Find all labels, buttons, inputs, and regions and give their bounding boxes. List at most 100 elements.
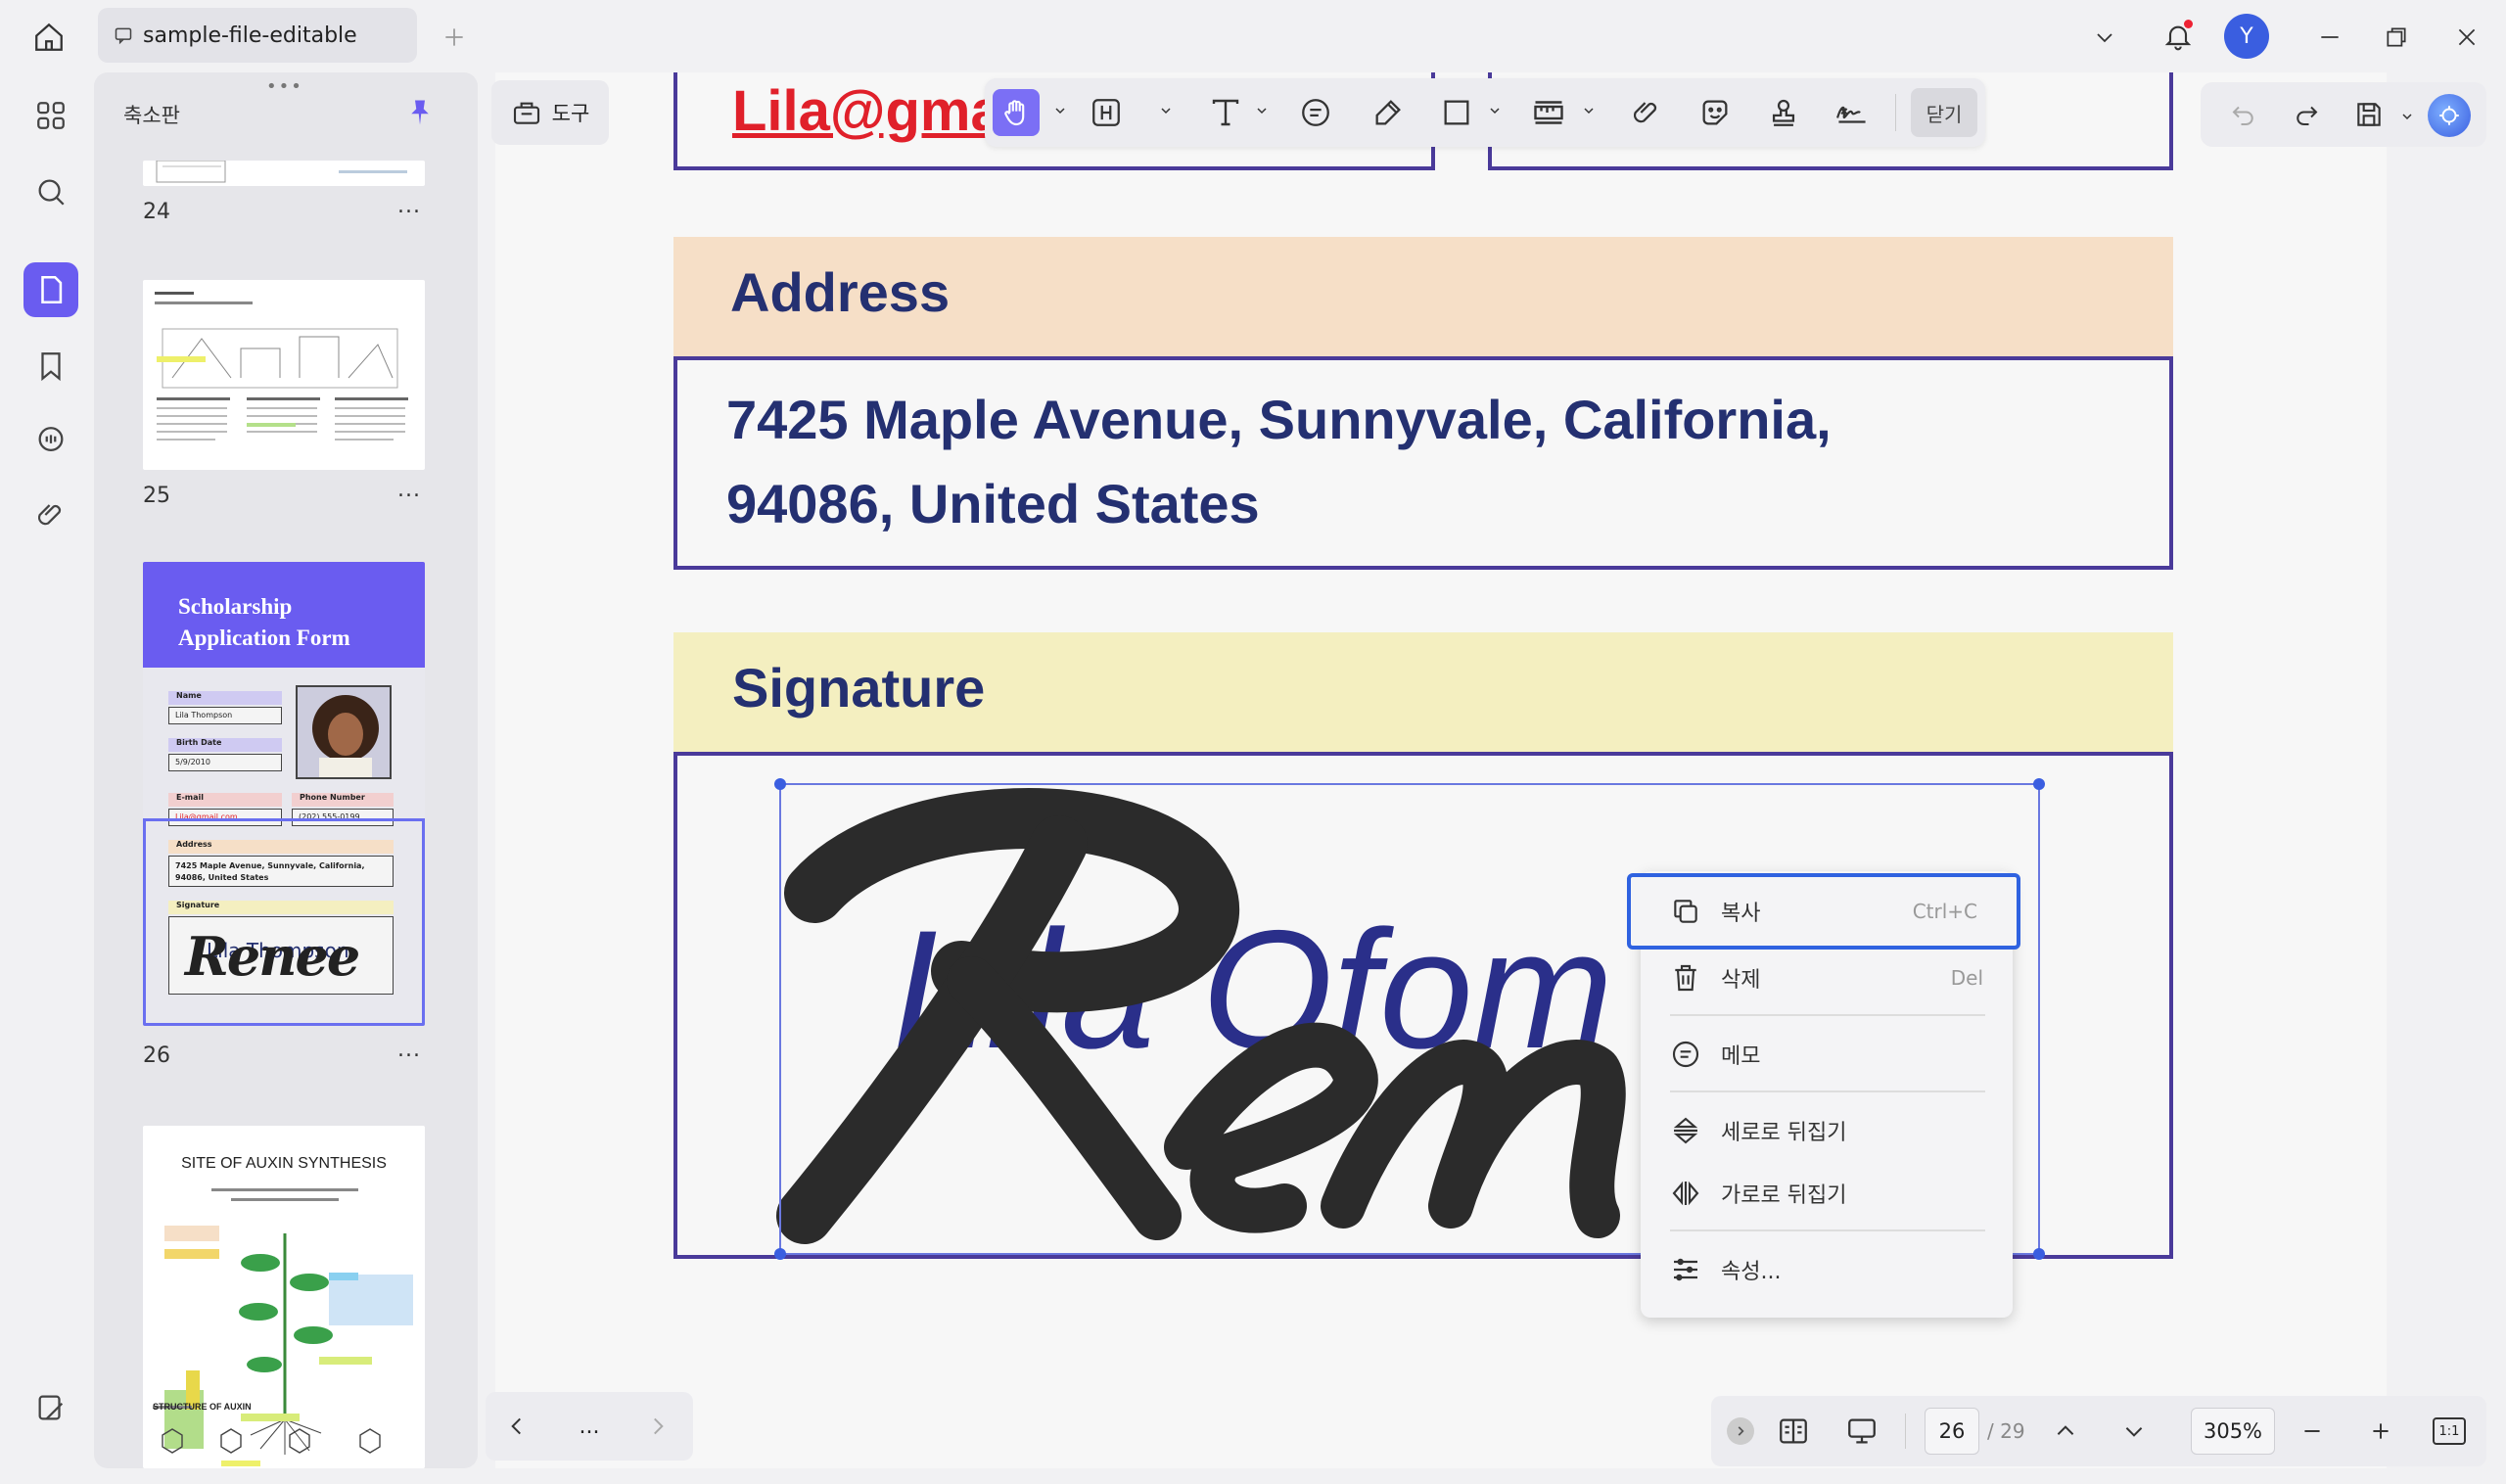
thumbnail-more-button[interactable]: ... xyxy=(397,478,421,502)
menu-item-label: 세로로 뒤집기 xyxy=(1721,1121,1847,1145)
shape-rectangle-tool-icon[interactable] xyxy=(1433,89,1480,136)
title-bar: sample-file-editable Y xyxy=(0,0,2506,72)
redo-icon[interactable] xyxy=(2283,91,2330,138)
menu-item-label: 가로로 뒤집기 xyxy=(1721,1183,1847,1208)
comment-icon xyxy=(114,25,133,45)
previous-page-icon[interactable] xyxy=(493,1403,540,1450)
page-down-icon[interactable] xyxy=(2111,1408,2158,1455)
thumbnail-more-button[interactable]: ... xyxy=(397,1038,421,1062)
ai-assistant-icon[interactable] xyxy=(2428,94,2471,137)
text-tool-icon[interactable] xyxy=(1202,89,1249,136)
resize-handle[interactable] xyxy=(2033,1248,2045,1260)
chevron-down-icon[interactable] xyxy=(1161,106,1171,116)
resize-handle[interactable] xyxy=(774,778,786,790)
zoom-level-input[interactable]: 305% xyxy=(2191,1408,2275,1455)
thumbnail-page-26[interactable]: Scholarship Application Form Name Lila T… xyxy=(143,562,425,1026)
close-tools-button[interactable]: 닫기 xyxy=(1911,88,1977,137)
apps-grid-icon[interactable] xyxy=(23,88,78,143)
address-field-box[interactable]: 7425 Maple Avenue, Sunnyvale, California… xyxy=(673,356,2173,570)
presentation-icon[interactable] xyxy=(1838,1408,1885,1455)
thumb-field-value: 7425 Maple Avenue, Sunnyvale, California… xyxy=(168,856,394,887)
status-bar: 26 / 29 305% 1:1 xyxy=(1711,1396,2486,1466)
stamp-tool-icon[interactable] xyxy=(1760,89,1807,136)
save-icon[interactable] xyxy=(2345,91,2392,138)
menu-item-shortcut: Ctrl+C xyxy=(1912,900,1977,923)
actual-size-button[interactable]: 1:1 xyxy=(2426,1408,2473,1455)
panel-resize-handle[interactable]: ••• xyxy=(266,76,303,97)
next-page-icon[interactable] xyxy=(634,1403,681,1450)
page-up-icon[interactable] xyxy=(2042,1408,2089,1455)
document-canvas[interactable]: Lila@gma Address 7425 Maple Avenue, Sunn… xyxy=(495,72,2387,1468)
context-menu-copy[interactable]: 복사 Ctrl+C xyxy=(1627,873,2020,950)
sticker-tool-icon[interactable] xyxy=(1692,89,1739,136)
attachment-icon[interactable] xyxy=(23,487,78,542)
chevron-down-icon[interactable] xyxy=(2085,18,2124,57)
close-window-icon[interactable] xyxy=(2445,16,2488,59)
undo-icon[interactable] xyxy=(2220,91,2267,138)
context-menu-note[interactable]: 메모 xyxy=(1641,1024,2013,1085)
chevron-down-icon[interactable] xyxy=(1055,106,1065,116)
restore-window-icon[interactable] xyxy=(2375,16,2418,59)
thumbnail-page-24[interactable] xyxy=(143,161,425,186)
nav-more-button[interactable]: ... xyxy=(566,1403,613,1450)
thumbnails-page-icon[interactable] xyxy=(23,262,78,317)
collapse-arrow-icon[interactable] xyxy=(1727,1417,1754,1445)
bookmark-icon[interactable] xyxy=(23,339,78,394)
resize-handle[interactable] xyxy=(2033,778,2045,790)
measure-tool-icon[interactable] xyxy=(1525,89,1572,136)
tools-button[interactable]: 도구 xyxy=(491,80,609,145)
context-menu-flip-vertical[interactable]: 세로로 뒤집기 xyxy=(1641,1100,2013,1161)
notification-bell-icon[interactable] xyxy=(2156,14,2201,59)
zoom-in-icon[interactable] xyxy=(2357,1408,2404,1455)
pin-icon[interactable] xyxy=(405,98,435,127)
resize-handle[interactable] xyxy=(774,1248,786,1260)
context-menu-flip-horizontal[interactable]: 가로로 뒤집기 xyxy=(1641,1163,2013,1224)
context-menu-delete[interactable]: 삭제 Del xyxy=(1641,948,2013,1008)
comment-tool-icon[interactable] xyxy=(1292,89,1339,136)
highlighter-tool-icon[interactable] xyxy=(1365,89,1412,136)
left-icon-rail xyxy=(0,72,94,1484)
chevron-down-icon[interactable] xyxy=(1584,106,1594,116)
menu-item-label: 속성... xyxy=(1721,1260,1782,1284)
new-tab-plus-icon[interactable] xyxy=(435,18,474,57)
chevron-down-icon[interactable] xyxy=(1257,106,1267,116)
thumbnail-footer-text: STRUCTURE OF AUXIN xyxy=(153,1402,252,1412)
copy-icon xyxy=(1670,896,1701,927)
menu-item-shortcut: Del xyxy=(1950,966,1983,990)
annotation-toolbar: 닫기 xyxy=(985,78,1985,147)
menu-item-label: 메모 xyxy=(1721,1044,1761,1069)
attach-file-tool-icon[interactable] xyxy=(1623,89,1670,136)
menu-item-label: 복사 xyxy=(1721,902,1761,926)
address-value: 7425 Maple Avenue, Sunnyvale, California… xyxy=(726,378,1832,546)
zoom-out-icon[interactable] xyxy=(2289,1408,2336,1455)
minimize-icon[interactable] xyxy=(2308,16,2351,59)
panel-title: 축소판 xyxy=(123,104,180,127)
total-pages: / 29 xyxy=(1987,1419,2025,1443)
signature-tool-icon[interactable] xyxy=(1829,89,1876,136)
page-layout-icon[interactable] xyxy=(1770,1408,1817,1455)
document-page: Lila@gma Address 7425 Maple Avenue, Sunn… xyxy=(495,72,2387,1468)
heading-tool-icon[interactable] xyxy=(1083,89,1130,136)
address-header: Address xyxy=(673,237,2173,356)
thumbnail-page-27[interactable]: SITE OF AUXIN SYNTHESIS STRUCTURE OF AUX… xyxy=(143,1126,425,1468)
tools-label: 도구 xyxy=(551,102,590,125)
menu-item-label: 삭제 xyxy=(1721,968,1761,993)
chevron-down-icon[interactable] xyxy=(1490,106,1500,116)
home-icon[interactable] xyxy=(27,16,70,59)
context-menu-properties[interactable]: 속성... xyxy=(1641,1239,2013,1300)
thumbnail-page-25[interactable] xyxy=(143,280,425,470)
chevron-down-icon[interactable] xyxy=(2402,112,2412,121)
address-line-1: 7425 Maple Avenue, Sunnyvale, California… xyxy=(726,389,1832,450)
hand-tool-icon[interactable] xyxy=(993,89,1040,136)
user-avatar[interactable]: Y xyxy=(2224,14,2269,59)
thumb-field-label: Address xyxy=(168,840,394,854)
document-tab[interactable]: sample-file-editable xyxy=(98,8,417,63)
theme-toggle-icon[interactable] xyxy=(23,1380,78,1435)
search-icon[interactable] xyxy=(23,164,78,219)
thumb-field-value: 5/9/2010 xyxy=(168,754,282,771)
comments-icon[interactable] xyxy=(23,413,78,468)
menu-separator xyxy=(1670,1014,1985,1016)
thumbnail-more-button[interactable]: ... xyxy=(397,194,421,218)
signature-heading: Signature xyxy=(732,657,986,719)
current-page-input[interactable]: 26 xyxy=(1925,1408,1979,1455)
